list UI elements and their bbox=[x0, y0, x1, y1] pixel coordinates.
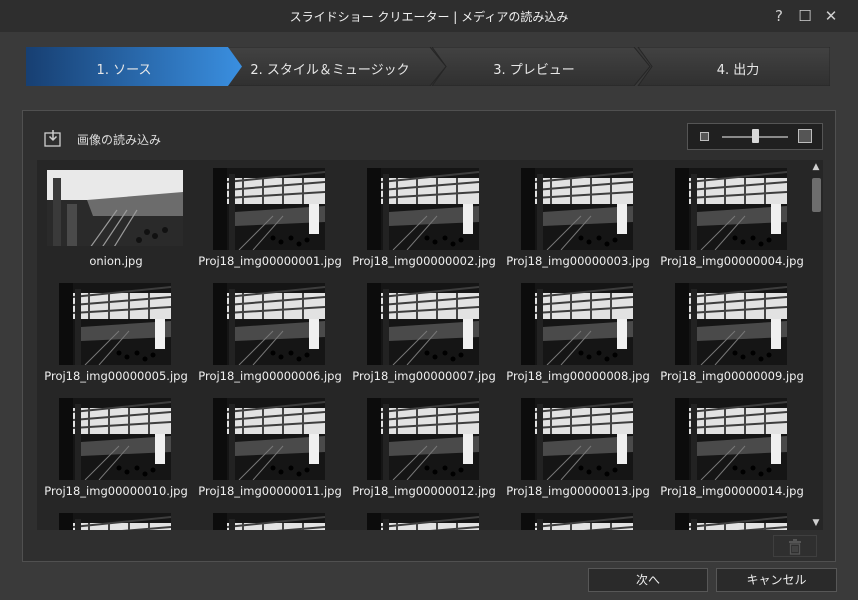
thumbnail-image bbox=[521, 513, 633, 530]
thumbnail-image bbox=[675, 283, 787, 365]
thumbnail-image bbox=[675, 513, 787, 530]
thumbnail-item[interactable]: Proj18_img00000009.jpg bbox=[655, 277, 809, 387]
thumbnail-filename: Proj18_img00000014.jpg bbox=[660, 484, 804, 498]
thumbnail-item[interactable]: Proj18_img00000007.jpg bbox=[347, 277, 501, 387]
thumbnail-filename: Proj18_img00000003.jpg bbox=[506, 254, 650, 268]
wizard-steps: 1. ソース 2. スタイル＆ミュージック 3. プレビュー 4. 出力 bbox=[26, 47, 830, 86]
thumbnail-item[interactable]: Proj18_img00000010.jpg bbox=[39, 392, 193, 502]
thumbnail-item[interactable] bbox=[655, 507, 809, 530]
step-4-label: 4. 出力 bbox=[716, 63, 760, 78]
thumbnail-item[interactable]: Proj18_img00000013.jpg bbox=[501, 392, 655, 502]
step-3-label: 3. プレビュー bbox=[493, 63, 575, 78]
thumbnail-item[interactable] bbox=[347, 507, 501, 530]
thumbnail-image bbox=[675, 168, 787, 250]
thumbnail-filename: Proj18_img00000007.jpg bbox=[352, 369, 496, 383]
thumbnail-item[interactable]: Proj18_img00000008.jpg bbox=[501, 277, 655, 387]
thumbnail-filename: Proj18_img00000010.jpg bbox=[44, 484, 188, 498]
step-1-label: 1. ソース bbox=[96, 63, 152, 78]
thumbnail-item[interactable]: Proj18_img00000003.jpg bbox=[501, 162, 655, 272]
thumbnail-item[interactable]: Proj18_img00000014.jpg bbox=[655, 392, 809, 502]
media-panel: 画像の読み込み Proj18_img00000014.jpg Proj18_img… bbox=[22, 110, 836, 562]
thumbnail-item[interactable]: Proj18_img00000012.jpg bbox=[347, 392, 501, 502]
thumbnail-filename: Proj18_img00000005.jpg bbox=[44, 369, 188, 383]
thumbnail-filename: Proj18_img00000009.jpg bbox=[660, 369, 804, 383]
thumbnail-image bbox=[213, 398, 325, 480]
thumbnail-image bbox=[213, 283, 325, 365]
thumbnail-item[interactable] bbox=[501, 507, 655, 530]
thumbnail-filename: Proj18_img00000008.jpg bbox=[506, 369, 650, 383]
thumbnail-image bbox=[213, 513, 325, 530]
thumbnail-item[interactable]: Proj18_img00000004.jpg bbox=[655, 162, 809, 272]
maximize-button[interactable]: ☐ bbox=[796, 6, 814, 26]
thumbnail-image bbox=[59, 513, 171, 530]
title-bar: スライドショー クリエーター | メディアの読み込み ? ☐ ✕ bbox=[0, 0, 858, 32]
next-button[interactable]: 次へ bbox=[588, 568, 708, 592]
thumbnail-filename: Proj18_img00000013.jpg bbox=[506, 484, 650, 498]
import-images-button[interactable]: 画像の読み込み bbox=[43, 129, 161, 149]
step-2-label: 2. スタイル＆ミュージック bbox=[250, 63, 410, 78]
thumbnail-item[interactable]: Proj18_img00000001.jpg bbox=[193, 162, 347, 272]
thumbnail-image bbox=[367, 283, 479, 365]
thumbnail-filename: Proj18_img00000002.jpg bbox=[352, 254, 496, 268]
thumbnail-filename: Proj18_img00000006.jpg bbox=[198, 369, 342, 383]
thumbnail-filename: Proj18_img00000012.jpg bbox=[352, 484, 496, 498]
thumbnail-size-control bbox=[687, 123, 823, 150]
thumbnail-filename: Proj18_img00000011.jpg bbox=[198, 484, 342, 498]
thumbnail-item[interactable]: Proj18_img00000011.jpg bbox=[193, 392, 347, 502]
delete-button[interactable] bbox=[773, 535, 817, 557]
scroll-up-arrow[interactable]: ▲ bbox=[809, 162, 823, 172]
thumbnail-item[interactable]: Proj18_img00000006.jpg bbox=[193, 277, 347, 387]
thumbnail-image bbox=[59, 398, 171, 480]
thumbnail-image bbox=[367, 398, 479, 480]
window-title: スライドショー クリエーター | メディアの読み込み bbox=[289, 10, 569, 24]
import-icon bbox=[44, 130, 61, 147]
thumbnail-image bbox=[47, 170, 183, 246]
thumbnail-item[interactable]: Proj18_img00000005.jpg bbox=[39, 277, 193, 387]
cancel-button[interactable]: キャンセル bbox=[716, 568, 837, 592]
thumbnail-image bbox=[367, 168, 479, 250]
thumbnail-image bbox=[367, 513, 479, 530]
close-button[interactable]: ✕ bbox=[822, 6, 840, 26]
thumbnail-image bbox=[213, 168, 325, 250]
scroll-down-arrow[interactable]: ▼ bbox=[809, 518, 823, 528]
small-thumbnail-icon[interactable] bbox=[700, 132, 709, 141]
large-thumbnail-icon[interactable] bbox=[798, 129, 812, 143]
thumbnail-item[interactable]: Proj18_img00000002.jpg bbox=[347, 162, 501, 272]
thumbnail-item[interactable]: onion.jpg bbox=[39, 162, 193, 272]
thumbnail-image bbox=[521, 168, 633, 250]
window-controls: ? ☐ ✕ bbox=[770, 6, 840, 26]
thumbnail-item[interactable] bbox=[193, 507, 347, 530]
vertical-scrollbar[interactable]: ▲ ▼ bbox=[809, 162, 823, 528]
thumbnail-image bbox=[521, 283, 633, 365]
thumbnail-filename: Proj18_img00000004.jpg bbox=[660, 254, 804, 268]
thumbnail-image bbox=[521, 398, 633, 480]
thumbnail-image bbox=[675, 398, 787, 480]
thumbnail-item[interactable] bbox=[39, 507, 193, 530]
thumbnail-filename: Proj18_img00000001.jpg bbox=[198, 254, 342, 268]
thumbnail-grid: Proj18_img00000014.jpg Proj18_img00000013… bbox=[37, 160, 823, 530]
thumbnail-image bbox=[59, 283, 171, 365]
slider-thumb[interactable] bbox=[751, 129, 759, 143]
import-images-label: 画像の読み込み bbox=[77, 132, 162, 147]
help-button[interactable]: ? bbox=[770, 6, 788, 26]
thumbnail-filename: onion.jpg bbox=[89, 254, 143, 268]
trash-icon bbox=[789, 539, 801, 555]
scroll-thumb[interactable] bbox=[812, 178, 821, 212]
